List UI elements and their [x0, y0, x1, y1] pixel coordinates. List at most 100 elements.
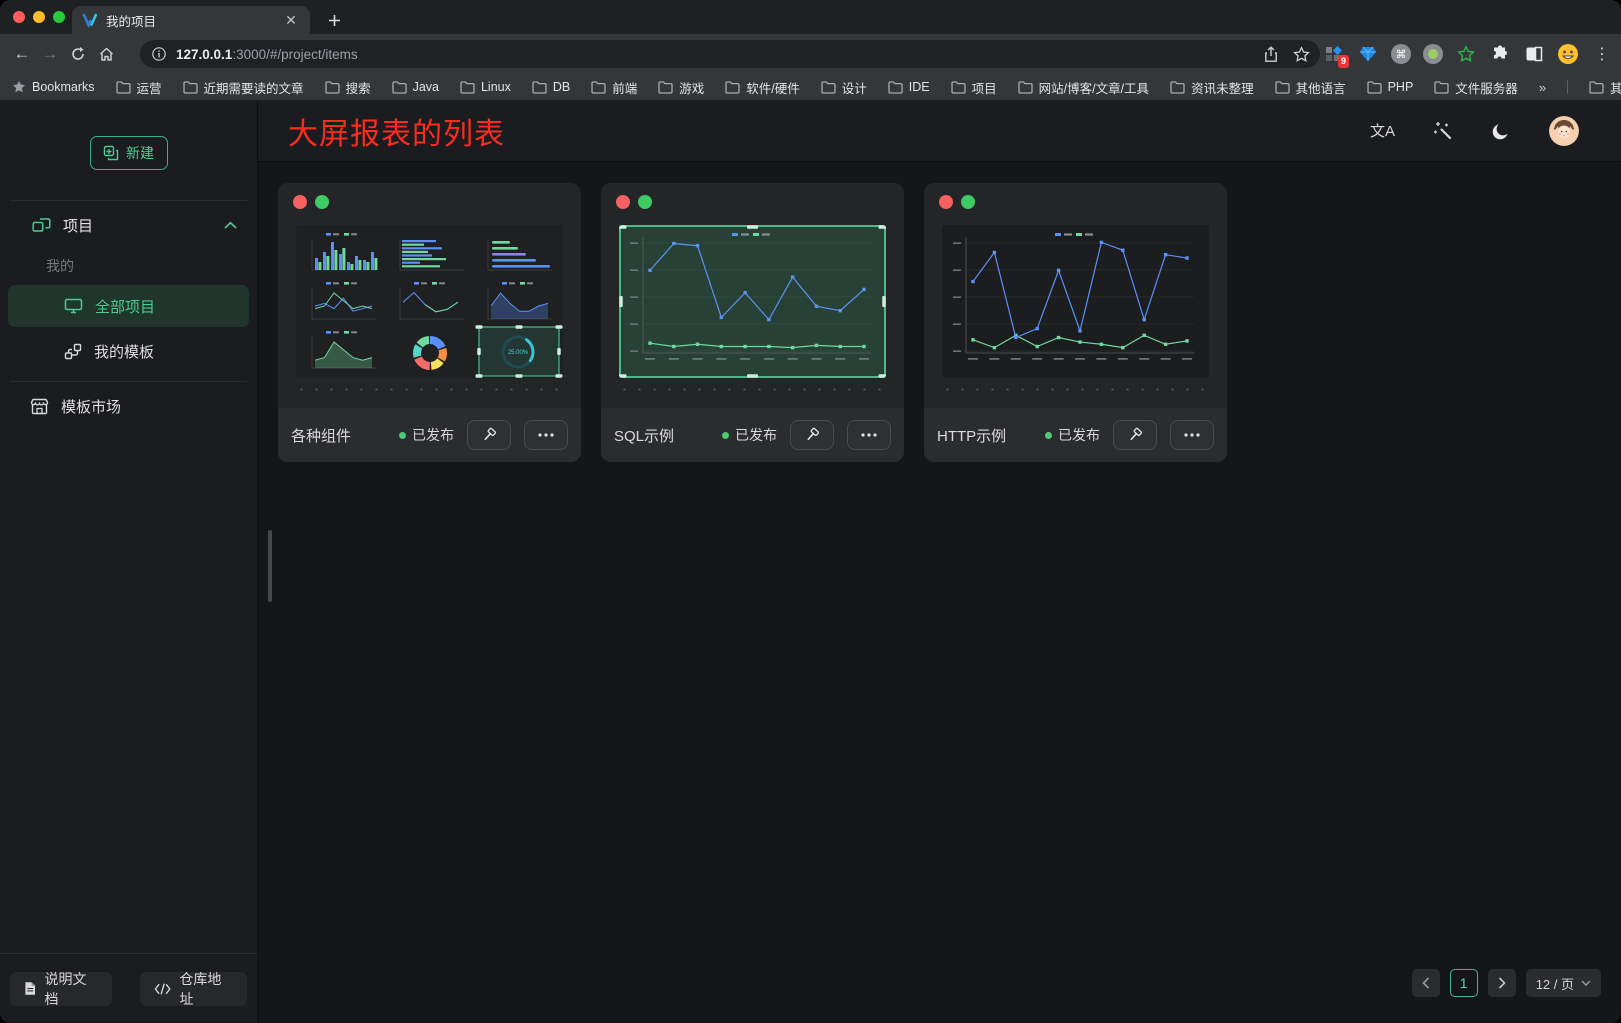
other-bookmarks-folder[interactable]: 其他书签 — [1589, 78, 1621, 97]
dotted-divider — [617, 388, 888, 391]
template-icon — [64, 343, 82, 360]
status-dot — [399, 432, 406, 439]
bookmark-folder-item[interactable]: 设计 — [821, 78, 867, 97]
minimize-window-button[interactable] — [33, 11, 45, 23]
macos-traffic-lights — [13, 11, 65, 23]
bookmark-folder-item[interactable]: 前端 — [591, 78, 637, 97]
favicon — [82, 12, 98, 28]
sidebar-item-all-projects[interactable]: 全部项目 — [8, 285, 249, 327]
sidebar-item-template-market[interactable]: 模板市场 — [0, 382, 257, 430]
bookmark-folder-item[interactable]: 其他语言 — [1275, 78, 1346, 97]
bookmark-label: 软件/硬件 — [746, 78, 799, 97]
dark-mode-moon-icon[interactable] — [1491, 121, 1511, 141]
bookmark-label: Linux — [481, 80, 511, 94]
forward-button[interactable]: → — [36, 40, 64, 68]
prev-page-button[interactable] — [1412, 969, 1440, 997]
extension-gem-icon[interactable] — [1357, 43, 1379, 65]
tab-close-icon[interactable]: ✕ — [282, 11, 300, 29]
monitor-icon — [64, 298, 83, 314]
chevron-up-icon[interactable] — [224, 221, 237, 229]
more-actions-button[interactable] — [524, 420, 568, 450]
ellipsis-icon — [1184, 433, 1200, 437]
url-bar[interactable]: 127.0.0.1:3000/#/project/items — [140, 40, 1320, 68]
bookmark-folder-item[interactable]: Java — [392, 80, 439, 94]
home-button[interactable] — [92, 40, 120, 68]
bookmark-folder-item[interactable]: 项目 — [951, 78, 997, 97]
page-size-value: 12 / 页 — [1536, 974, 1574, 993]
site-info-icon[interactable] — [152, 47, 166, 61]
card-green-dot — [961, 195, 975, 209]
new-tab-button[interactable] — [322, 8, 346, 32]
bookmark-folder-item[interactable]: IDE — [888, 80, 930, 94]
more-actions-button[interactable] — [1170, 420, 1214, 450]
extension-record-icon[interactable] — [1423, 44, 1443, 64]
edit-project-button[interactable] — [1113, 420, 1157, 450]
project-card[interactable]: SQL示例 已发布 — [601, 183, 904, 462]
hammer-icon — [481, 427, 497, 443]
docs-button[interactable]: 说明文档 — [10, 972, 112, 1006]
bookmark-folder-item[interactable]: 软件/硬件 — [725, 78, 799, 97]
project-card[interactable]: HTTP示例 已发布 — [924, 183, 1227, 462]
page-size-select[interactable]: 12 / 页 — [1526, 969, 1601, 997]
repo-button[interactable]: 仓库地址 — [140, 972, 247, 1006]
bookmark-folder-item[interactable]: 游戏 — [658, 78, 704, 97]
extensions-puzzle-icon[interactable] — [1489, 43, 1511, 65]
zoom-window-button[interactable] — [53, 11, 65, 23]
project-thumbnail[interactable] — [619, 225, 886, 378]
share-icon[interactable] — [1263, 46, 1279, 63]
bookmark-label: IDE — [909, 80, 930, 94]
project-thumbnail[interactable]: 25.00% — [296, 225, 563, 378]
profile-avatar-icon[interactable] — [1557, 43, 1579, 65]
bookmark-folder-item[interactable]: 近期需要读的文章 — [183, 78, 304, 97]
chrome-menu-icon[interactable]: ⋮ — [1591, 43, 1613, 65]
current-page-button[interactable]: 1 — [1450, 969, 1478, 997]
card-footer: HTTP示例 已发布 — [924, 408, 1227, 462]
folder-icon — [1434, 81, 1449, 94]
project-name: 各种组件 — [291, 425, 351, 446]
back-button[interactable]: ← — [8, 40, 36, 68]
sidebar-sublabel-mine: 我的 — [0, 249, 257, 283]
folder-icon — [460, 81, 475, 94]
bookmark-label: PHP — [1388, 80, 1414, 94]
browser-tab[interactable]: 我的项目 ✕ — [72, 6, 310, 34]
language-icon[interactable]: 文A — [1370, 120, 1395, 141]
bookmark-folder-item[interactable]: 资讯未整理 — [1170, 78, 1254, 97]
bookmark-folder-item[interactable]: PHP — [1367, 80, 1414, 94]
new-project-button[interactable]: 新建 — [90, 136, 168, 170]
project-thumbnail[interactable] — [942, 225, 1209, 378]
bookmark-folder-item[interactable]: Linux — [460, 80, 511, 94]
bookmarks-root-item[interactable]: Bookmarks — [12, 80, 95, 94]
url-path: :3000/#/project/items — [232, 47, 357, 62]
bookmark-folder-item[interactable]: DB — [532, 80, 570, 94]
close-window-button[interactable] — [13, 11, 25, 23]
side-panel-icon[interactable] — [1523, 43, 1545, 65]
extension-grid-icon[interactable]: 9 — [1323, 43, 1345, 65]
projects-icon — [32, 217, 51, 234]
reload-button[interactable] — [64, 40, 92, 68]
status-badge: 已发布 — [1045, 425, 1100, 445]
sidebar-item-label: 模板市场 — [61, 396, 121, 417]
sidebar-item-my-templates[interactable]: 我的模板 — [0, 329, 257, 373]
new-project-icon — [103, 145, 119, 161]
bookmark-label: 前端 — [612, 78, 637, 97]
magic-wand-icon[interactable] — [1433, 121, 1453, 141]
bookmark-folder-item[interactable]: 文件服务器 — [1434, 78, 1518, 97]
edit-project-button[interactable] — [790, 420, 834, 450]
next-page-button[interactable] — [1488, 969, 1516, 997]
repo-button-label: 仓库地址 — [179, 969, 233, 1009]
bookmark-star-icon[interactable] — [1293, 46, 1310, 63]
edit-project-button[interactable] — [467, 420, 511, 450]
sidebar-group-projects[interactable]: 项目 — [0, 201, 257, 249]
user-avatar[interactable] — [1549, 116, 1579, 146]
bookmark-folder-item[interactable]: 网站/博客/文章/工具 — [1018, 78, 1149, 97]
scrollbar-thumb[interactable] — [268, 530, 272, 602]
bookmark-folder-item[interactable]: 搜索 — [325, 78, 371, 97]
extension-clipper-icon[interactable] — [1455, 43, 1477, 65]
bookmarks-overflow-chevron[interactable]: » — [1539, 80, 1546, 95]
more-actions-button[interactable] — [847, 420, 891, 450]
project-card[interactable]: 25.00% 各种组件 已发布 — [278, 183, 581, 462]
bookmarks-bar: Bookmarks 运营 近期需要读的文章 搜索 Java Linux DB 前端 游戏 软件/硬… — [0, 74, 1621, 100]
bookmark-folder-item[interactable]: 运营 — [116, 78, 162, 97]
folder-icon — [591, 81, 606, 94]
extension-command-icon[interactable]: ⌘ — [1391, 44, 1411, 64]
